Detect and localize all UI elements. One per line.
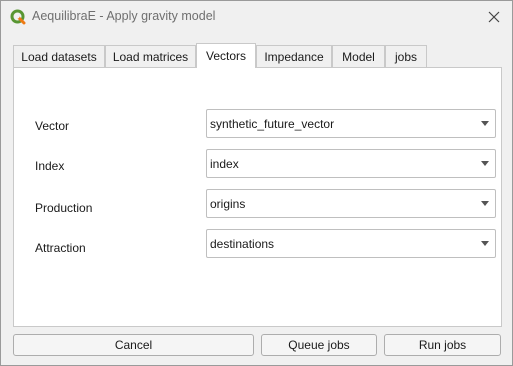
attraction-select[interactable]: destinations	[206, 229, 496, 258]
vector-select-value: synthetic_future_vector	[210, 117, 335, 131]
tab-load-matrices[interactable]: Load matrices	[105, 45, 196, 67]
production-select-value: origins	[210, 197, 246, 211]
tab-impedance[interactable]: Impedance	[256, 45, 332, 67]
attraction-label: Attraction	[35, 241, 86, 255]
tab-bar: Load datasets Load matrices Vectors Impe…	[13, 43, 503, 68]
production-label: Production	[35, 201, 93, 215]
chevron-down-icon	[481, 241, 489, 246]
index-select-value: index	[210, 157, 239, 171]
tab-load-datasets[interactable]: Load datasets	[13, 45, 105, 67]
tab-model[interactable]: Model	[332, 45, 385, 67]
run-jobs-button[interactable]: Run jobs	[384, 334, 501, 356]
attraction-select-value: destinations	[210, 237, 275, 251]
production-select[interactable]: origins	[206, 189, 496, 218]
dialog-window: AequilibraE - Apply gravity model Load d…	[0, 0, 513, 366]
chevron-down-icon	[481, 201, 489, 206]
window-title: AequilibraE - Apply gravity model	[32, 9, 216, 23]
queue-jobs-button[interactable]: Queue jobs	[261, 334, 377, 356]
index-select[interactable]: index	[206, 149, 496, 178]
chevron-down-icon	[481, 161, 489, 166]
vectors-panel: Vector synthetic_future_vector Index ind…	[13, 67, 502, 327]
chevron-down-icon	[481, 121, 489, 126]
tab-jobs[interactable]: jobs	[385, 45, 427, 67]
close-button[interactable]	[483, 7, 505, 27]
cancel-button[interactable]: Cancel	[13, 334, 254, 356]
vector-label: Vector	[35, 119, 70, 133]
tab-vectors[interactable]: Vectors	[196, 43, 256, 68]
qgis-logo-icon	[10, 9, 26, 25]
index-label: Index	[35, 159, 65, 173]
close-icon	[488, 11, 500, 23]
vector-select[interactable]: synthetic_future_vector	[206, 109, 496, 138]
title-bar: AequilibraE - Apply gravity model	[1, 1, 512, 33]
